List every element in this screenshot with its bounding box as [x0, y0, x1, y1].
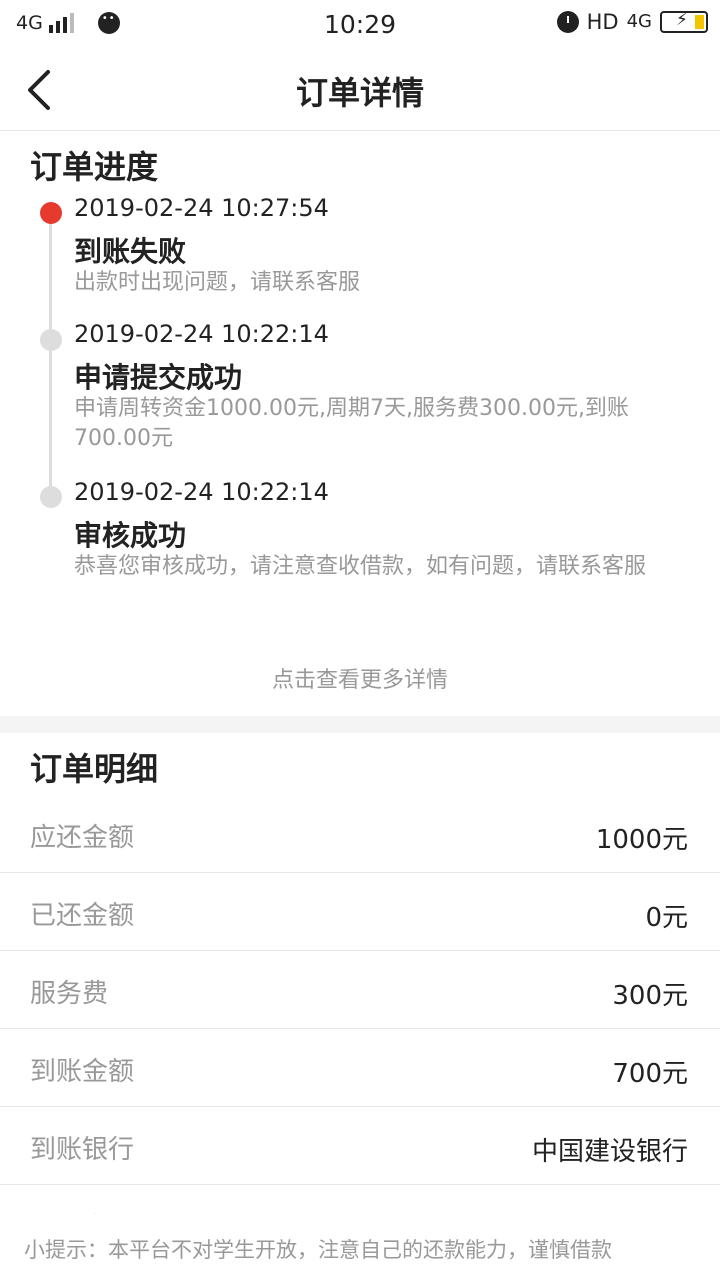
- tip-text: 小提示：本平台不对学生开放，注意自己的还款能力，谨慎借款: [24, 1238, 612, 1262]
- detail-value: 300元: [612, 981, 688, 1011]
- bottom-tip-bar: 小提示：本平台不对学生开放，注意自己的还款能力，谨慎借款: [0, 1214, 720, 1280]
- network-type-right: 4G: [626, 11, 652, 32]
- alarm-icon: [556, 11, 579, 33]
- detail-value: 1000元: [595, 825, 688, 855]
- timeline-status: 审核成功: [74, 519, 187, 552]
- timeline-description: 申请周转资金1000.00元,周期7天,服务费300.00元,到账700.00元: [74, 396, 629, 451]
- timeline-time: 2019-02-24 10:22:14: [74, 320, 329, 348]
- detail-value: 中国建设银行: [531, 1137, 688, 1167]
- detail-row-service-fee: 服务费 300元: [0, 951, 720, 1029]
- detail-row-amount-due: 应还金额 1000元: [0, 795, 720, 873]
- detail-label: 服务费: [30, 979, 109, 1009]
- timeline-time: 2019-02-24 10:27:54: [74, 194, 329, 222]
- detail-row-received-amount: 到账金额 700元: [0, 1029, 720, 1107]
- timeline-description: 恭喜您审核成功，请注意查收借款，如有问题，请联系客服: [74, 554, 647, 579]
- section-divider: [0, 716, 720, 733]
- details-title: 订单明细: [30, 750, 159, 788]
- progress-title: 订单进度: [30, 148, 159, 186]
- status-right: HD 4G ⚡: [556, 10, 708, 34]
- timeline-description: 出款时出现问题，请联系客服: [74, 270, 361, 295]
- detail-label: 已还金额: [30, 901, 135, 931]
- hd-indicator: HD: [586, 10, 619, 34]
- timeline-dot: [40, 486, 62, 508]
- detail-label: 应还金额: [30, 823, 135, 853]
- detail-value: 0元: [645, 903, 688, 933]
- battery-icon: ⚡: [660, 10, 708, 33]
- detail-label: 到账银行: [30, 1135, 135, 1165]
- nav-bar: 订单详情: [0, 52, 720, 131]
- detail-row-amount-repaid: 已还金额 0元: [0, 873, 720, 951]
- detail-value: 700元: [612, 1059, 688, 1089]
- timeline-status: 到账失败: [74, 235, 187, 268]
- detail-label: 到账金额: [30, 1057, 135, 1087]
- timeline-line: [49, 214, 52, 496]
- detail-row-bank: 到账银行 中国建设银行: [0, 1107, 720, 1185]
- timeline-time: 2019-02-24 10:22:14: [74, 478, 329, 506]
- page-title: 订单详情: [295, 74, 424, 112]
- timeline-status: 申请提交成功: [74, 361, 243, 394]
- timeline-dot: [40, 329, 62, 351]
- timeline-dot-active: [40, 202, 62, 224]
- view-more-details-link[interactable]: 点击查看更多详情: [0, 662, 720, 694]
- status-bar: 4G 10:29 HD 4G ⚡: [0, 0, 720, 52]
